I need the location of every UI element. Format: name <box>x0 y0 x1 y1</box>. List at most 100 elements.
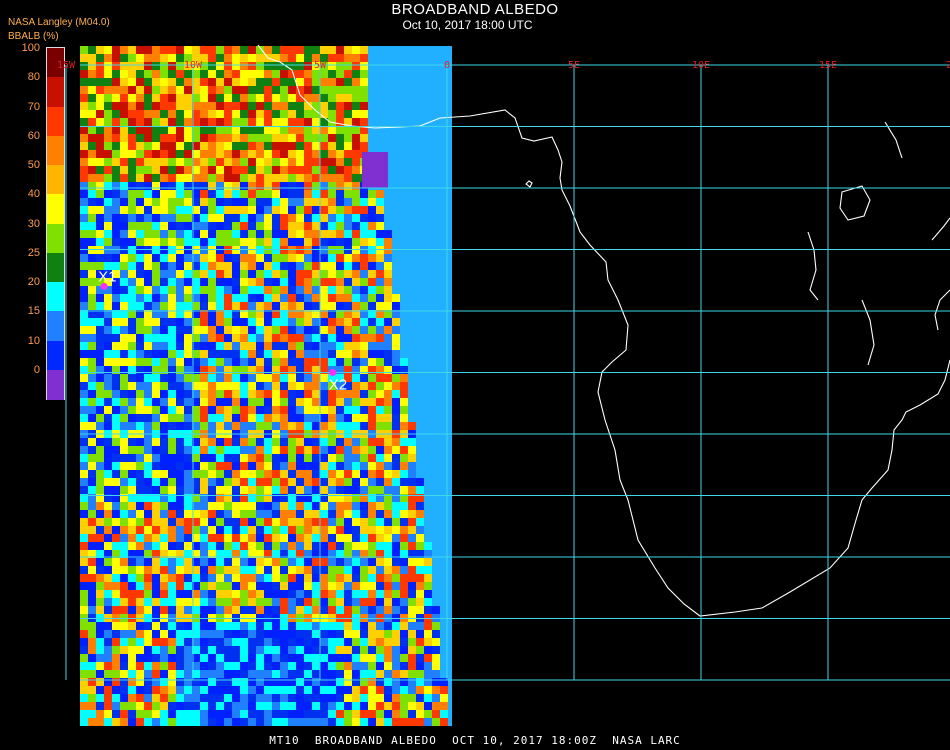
imagery-pixel <box>368 206 376 214</box>
imagery-pixel <box>168 382 176 390</box>
imagery-pixel <box>280 382 288 390</box>
imagery-pixel <box>88 694 96 702</box>
imagery-pixel <box>256 174 264 182</box>
imagery-pixel <box>336 406 344 414</box>
imagery-pixel <box>80 638 88 646</box>
imagery-pixel <box>368 326 376 334</box>
imagery-pixel <box>280 462 288 470</box>
imagery-pixel <box>184 510 192 518</box>
imagery-pixel <box>240 454 248 462</box>
imagery-pixel <box>288 230 296 238</box>
imagery-pixel <box>120 110 128 118</box>
imagery-pixel <box>144 678 152 686</box>
imagery-pixel <box>160 518 168 526</box>
imagery-pixel <box>128 518 136 526</box>
imagery-pixel <box>288 454 296 462</box>
imagery-pixel <box>200 118 208 126</box>
imagery-pixel <box>248 638 256 646</box>
imagery-pixel <box>368 486 376 494</box>
imagery-pixel <box>296 582 304 590</box>
longitude-label: 5W <box>314 60 327 71</box>
imagery-pixel <box>200 270 208 278</box>
imagery-pixel <box>88 302 96 310</box>
imagery-pixel <box>184 526 192 534</box>
imagery-pixel <box>120 446 128 454</box>
imagery-pixel <box>112 390 120 398</box>
imagery-pixel <box>360 422 368 430</box>
imagery-pixel <box>96 582 104 590</box>
imagery-pixel <box>128 630 136 638</box>
imagery-pixel <box>344 718 352 726</box>
imagery-pixel <box>224 222 232 230</box>
imagery-pixel <box>240 270 248 278</box>
imagery-pixel <box>88 78 96 86</box>
imagery-pixel <box>264 374 272 382</box>
imagery-pixel <box>304 670 312 678</box>
imagery-pixel <box>360 582 368 590</box>
imagery-pixel <box>336 270 344 278</box>
imagery-pixel <box>256 502 264 510</box>
imagery-pixel <box>424 582 432 590</box>
imagery-pixel <box>104 462 112 470</box>
imagery-pixel <box>400 390 408 398</box>
imagery-pixel <box>112 462 120 470</box>
imagery-pixel <box>152 446 160 454</box>
imagery-pixel <box>208 342 216 350</box>
imagery-pixel <box>320 382 328 390</box>
imagery-pixel <box>96 638 104 646</box>
imagery-pixel <box>152 390 160 398</box>
imagery-pixel <box>112 206 120 214</box>
imagery-pixel <box>416 694 424 702</box>
imagery-pixel <box>208 142 216 150</box>
imagery-pixel <box>176 686 184 694</box>
imagery-pixel <box>168 702 176 710</box>
imagery-pixel <box>376 654 384 662</box>
imagery-pixel <box>288 502 296 510</box>
imagery-pixel <box>112 470 120 478</box>
imagery-pixel <box>152 318 160 326</box>
imagery-pixel <box>432 686 440 694</box>
imagery-pixel <box>288 422 296 430</box>
imagery-pixel <box>184 534 192 542</box>
imagery-pixel <box>144 174 152 182</box>
marker-label: X2 <box>329 377 347 394</box>
imagery-pixel <box>352 638 360 646</box>
imagery-pixel <box>344 598 352 606</box>
imagery-pixel <box>136 598 144 606</box>
imagery-pixel <box>136 462 144 470</box>
imagery-pixel <box>176 238 184 246</box>
imagery-pixel <box>408 694 416 702</box>
imagery-pixel <box>360 222 368 230</box>
imagery-pixel <box>104 438 112 446</box>
imagery-pixel <box>200 206 208 214</box>
imagery-pixel <box>344 62 352 70</box>
imagery-pixel <box>232 134 240 142</box>
imagery-pixel <box>408 582 416 590</box>
imagery-pixel <box>240 606 248 614</box>
imagery-pixel <box>328 62 336 70</box>
imagery-pixel <box>248 150 256 158</box>
imagery-pixel <box>232 414 240 422</box>
imagery-pixel <box>312 46 320 54</box>
imagery-pixel <box>120 574 128 582</box>
imagery-pixel <box>224 510 232 518</box>
imagery-pixel <box>288 694 296 702</box>
imagery-pixel <box>232 654 240 662</box>
imagery-pixel <box>368 678 376 686</box>
imagery-pixel <box>232 62 240 70</box>
imagery-pixel <box>240 54 248 62</box>
imagery-pixel <box>312 126 320 134</box>
imagery-pixel <box>184 390 192 398</box>
imagery-pixel <box>128 254 136 262</box>
imagery-pixel <box>120 630 128 638</box>
imagery-pixel <box>112 46 120 54</box>
imagery-pixel <box>160 478 168 486</box>
imagery-pixel <box>360 342 368 350</box>
imagery-pixel <box>128 286 136 294</box>
imagery-pixel <box>240 62 248 70</box>
imagery-pixel <box>256 398 264 406</box>
imagery-pixel <box>360 318 368 326</box>
imagery-pixel <box>400 478 408 486</box>
imagery-pixel <box>376 350 384 358</box>
imagery-pixel <box>168 334 176 342</box>
